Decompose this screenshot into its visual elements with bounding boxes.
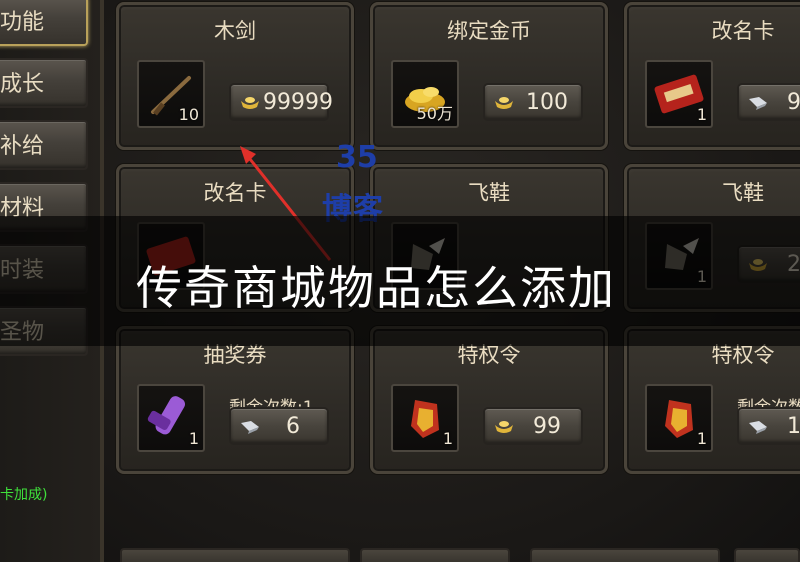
- bottom-tab[interactable]: [734, 548, 800, 562]
- shop-item-card[interactable]: 改名卡 1 99: [624, 2, 800, 150]
- silver-ingot-icon: [749, 421, 767, 434]
- banner-title: 传奇商城物品怎么添加: [136, 261, 616, 315]
- shop-window: 功能 成长 补给 材料 时装 圣物 卡加成) 木剑 10 99999 绑定金币: [0, 0, 800, 562]
- shop-item-card[interactable]: 木剑 10 99999: [116, 2, 354, 150]
- item-icon-slot[interactable]: 1: [137, 384, 205, 452]
- item-price: 99999: [263, 90, 333, 115]
- silver-ingot-icon: [749, 97, 767, 110]
- item-price: 99: [787, 90, 800, 115]
- item-name: 木剑: [214, 19, 256, 43]
- buy-button[interactable]: 99: [483, 407, 583, 445]
- item-name: 改名卡: [711, 19, 775, 43]
- item-quantity: 1: [442, 429, 453, 448]
- sidebar-item-growth[interactable]: 成长: [0, 58, 88, 108]
- item-price: 6: [286, 414, 300, 439]
- item-name: 飞鞋: [722, 181, 764, 205]
- buy-button[interactable]: 12: [737, 407, 800, 445]
- shop-item-card[interactable]: 抽奖券 剩余次数:1 1 6: [116, 326, 354, 474]
- gold-ingot-icon: [241, 97, 259, 109]
- buy-button[interactable]: 6: [229, 407, 329, 445]
- silver-ingot-icon: [241, 421, 259, 434]
- title-banner: 传奇商城物品怎么添加: [0, 216, 800, 346]
- item-quantity: 10: [178, 105, 199, 124]
- bonus-note: 卡加成): [0, 487, 48, 503]
- item-quantity: 1: [696, 429, 707, 448]
- bottom-tab[interactable]: [360, 548, 510, 562]
- item-price: 100: [526, 90, 568, 115]
- item-price: 12: [787, 414, 800, 439]
- bottom-tab[interactable]: [120, 548, 350, 562]
- item-icon-slot[interactable]: 1: [391, 384, 459, 452]
- gold-ingot-icon: [495, 421, 513, 433]
- shop-item-card[interactable]: 特权令 剩余次数 1 12: [624, 326, 800, 474]
- buy-button[interactable]: 100: [483, 83, 583, 121]
- item-name: 飞鞋: [468, 181, 510, 205]
- buy-button[interactable]: 99999: [229, 83, 333, 121]
- gold-ingot-icon: [495, 97, 513, 109]
- shop-item-card[interactable]: 绑定金币 50万 100: [370, 2, 608, 150]
- sidebar-item-function[interactable]: 功能: [0, 0, 88, 46]
- item-quantity: 50万: [416, 104, 453, 123]
- item-name: 绑定金币: [447, 19, 531, 43]
- bottom-tab[interactable]: [530, 548, 720, 562]
- buy-button[interactable]: 99: [737, 83, 800, 121]
- shop-item-card[interactable]: 特权令 1 99: [370, 326, 608, 474]
- item-icon-slot[interactable]: 1: [645, 384, 713, 452]
- sidebar-item-supply[interactable]: 补给: [0, 120, 88, 170]
- item-price: 99: [533, 414, 561, 439]
- item-icon-slot[interactable]: 1: [645, 60, 713, 128]
- watermark-number: 35: [336, 140, 378, 175]
- item-icon-slot[interactable]: 50万: [391, 60, 459, 128]
- item-quantity: 1: [696, 105, 707, 124]
- item-quantity: 1: [188, 429, 199, 448]
- item-icon-slot[interactable]: 10: [137, 60, 205, 128]
